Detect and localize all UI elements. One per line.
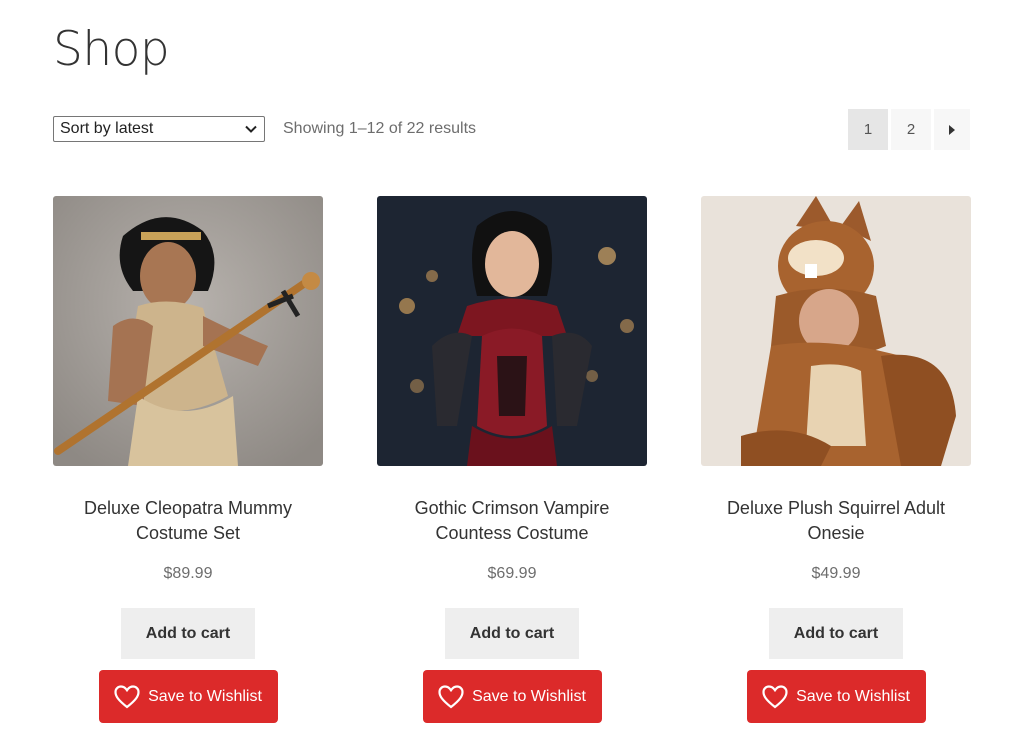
save-to-wishlist-button[interactable]: Save to Wishlist bbox=[98, 670, 278, 723]
product-name[interactable]: Deluxe Plush Squirrel Adult Onesie bbox=[701, 496, 971, 546]
product-price: $49.99 bbox=[811, 565, 861, 582]
add-to-cart-button[interactable]: Add to cart bbox=[445, 608, 579, 659]
product-card: Gothic Crimson Vampire Countess Costume … bbox=[377, 196, 647, 723]
triangle-right-icon bbox=[949, 124, 955, 135]
product-image[interactable] bbox=[377, 196, 647, 466]
save-to-wishlist-button[interactable]: Save to Wishlist bbox=[746, 670, 926, 723]
page-link-2[interactable]: 2 bbox=[891, 109, 931, 150]
page-title: Shop bbox=[53, 22, 170, 77]
wishlist-label: Save to Wishlist bbox=[796, 687, 910, 705]
page-current: 1 bbox=[848, 109, 888, 150]
product-price: $89.99 bbox=[163, 565, 213, 582]
add-to-cart-button[interactable]: Add to cart bbox=[769, 608, 903, 659]
product-card: Deluxe Plush Squirrel Adult Onesie $49.9… bbox=[701, 196, 971, 723]
product-price: $69.99 bbox=[487, 565, 537, 582]
pagination: 1 2 bbox=[848, 109, 970, 150]
heart-icon bbox=[762, 684, 788, 708]
shop-page: Shop Sort by latest Showing 1–12 of 22 r… bbox=[0, 0, 1024, 748]
heart-icon bbox=[438, 684, 464, 708]
add-to-cart-button[interactable]: Add to cart bbox=[121, 608, 255, 659]
product-image[interactable] bbox=[701, 196, 971, 466]
product-name[interactable]: Gothic Crimson Vampire Countess Costume bbox=[377, 496, 647, 546]
save-to-wishlist-button[interactable]: Save to Wishlist bbox=[422, 670, 602, 723]
wishlist-label: Save to Wishlist bbox=[472, 687, 586, 705]
product-card: Deluxe Cleopatra Mummy Costume Set $89.9… bbox=[53, 196, 323, 723]
sort-select-value: Sort by latest bbox=[60, 120, 154, 137]
product-name[interactable]: Deluxe Cleopatra Mummy Costume Set bbox=[53, 496, 323, 546]
chevron-down-icon bbox=[245, 125, 257, 133]
heart-icon bbox=[114, 684, 140, 708]
next-page-button[interactable] bbox=[934, 109, 970, 150]
result-count: Showing 1–12 of 22 results bbox=[283, 120, 477, 137]
sort-select[interactable]: Sort by latest bbox=[53, 116, 265, 142]
product-image[interactable] bbox=[53, 196, 323, 466]
wishlist-label: Save to Wishlist bbox=[148, 687, 262, 705]
